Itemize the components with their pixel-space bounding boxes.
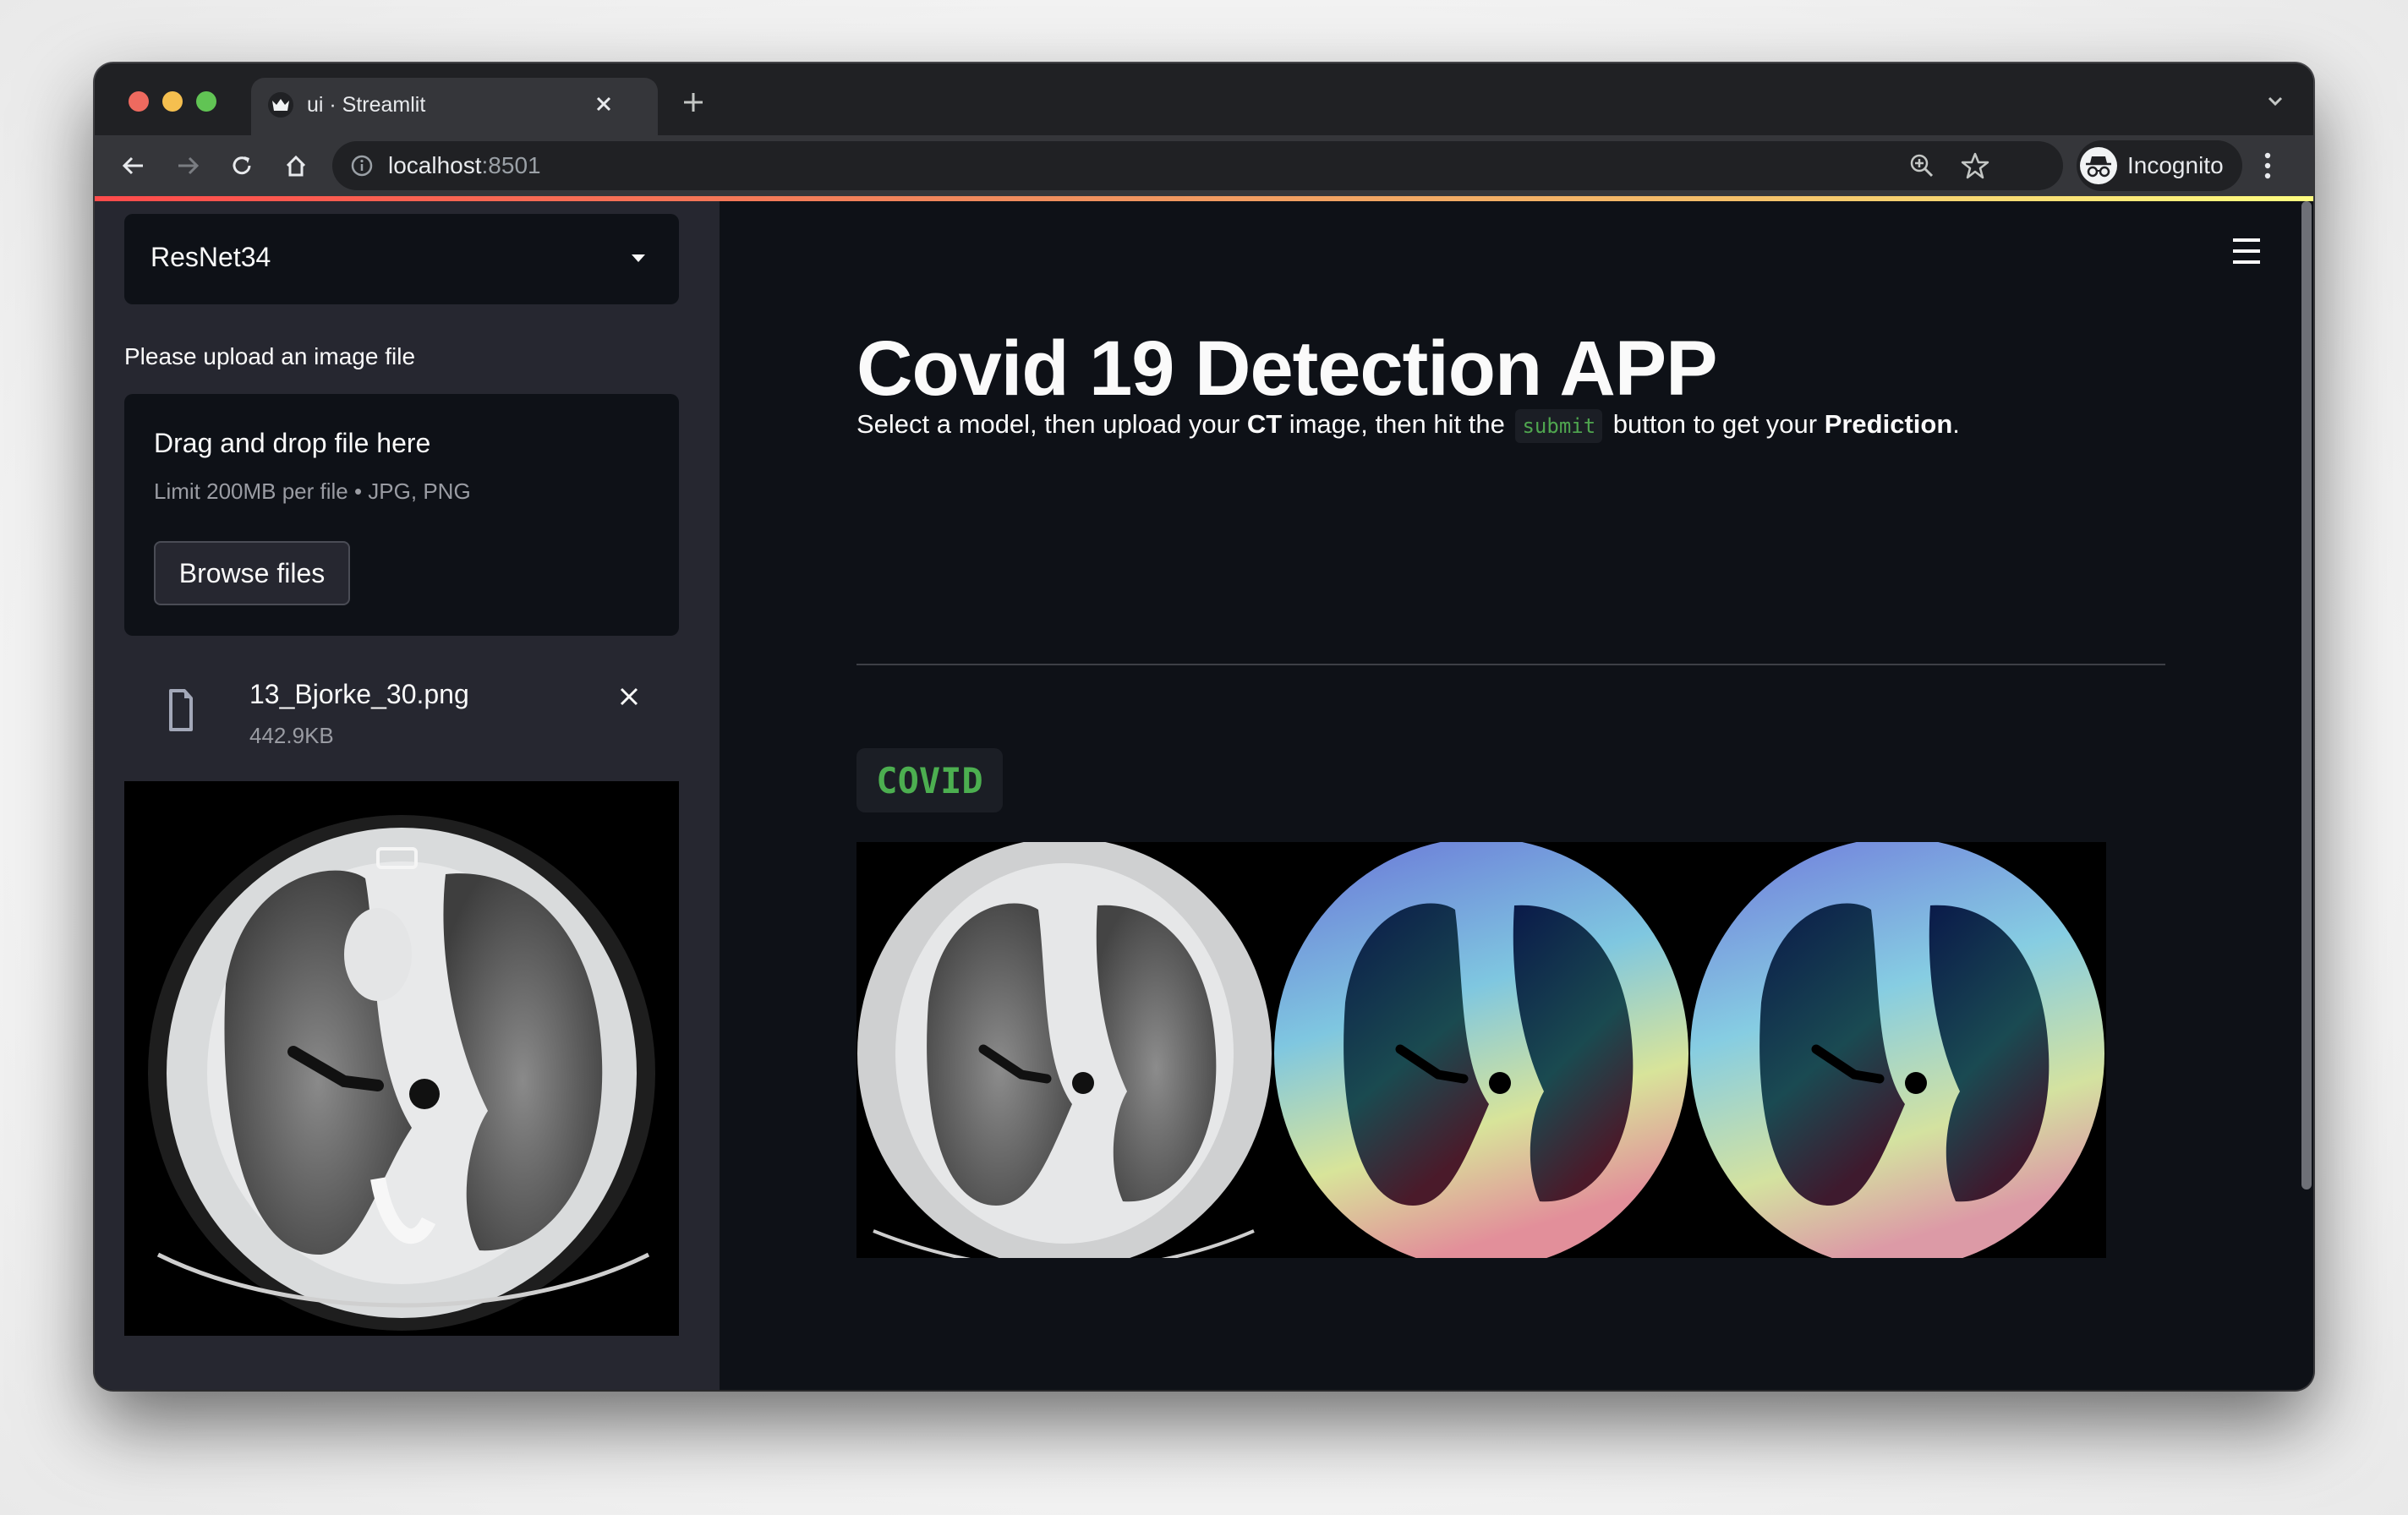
heatmap-overlay-image-1 bbox=[1272, 842, 1690, 1258]
instructions-part: button to get your bbox=[1606, 409, 1825, 440]
instructions-bold-ct: CT bbox=[1246, 409, 1283, 440]
streamlit-app: ResNet34 Please upload an image file Dra… bbox=[95, 201, 2313, 1390]
home-icon[interactable] bbox=[276, 145, 316, 186]
model-select-value: ResNet34 bbox=[150, 242, 271, 272]
dropzone-limits: Limit 200MB per file • JPG, PNG bbox=[154, 479, 471, 504]
bookmark-star-icon[interactable] bbox=[1960, 150, 1990, 181]
ct-scan-graphic bbox=[124, 781, 679, 1336]
heatmap-overlay-image-2 bbox=[1689, 842, 2107, 1258]
caret-down-icon bbox=[632, 254, 645, 262]
file-icon bbox=[168, 687, 194, 733]
browser-toolbar: localhost:8501 Incognito bbox=[95, 135, 2313, 196]
incognito-icon bbox=[2080, 147, 2117, 184]
original-ct-image bbox=[856, 842, 1273, 1258]
submit-code-inline: submit bbox=[1515, 409, 1603, 443]
instructions-bold-prediction: Prediction bbox=[1824, 409, 1953, 440]
tab-strip: ui · Streamlit bbox=[95, 63, 2313, 135]
incognito-profile-button[interactable]: Incognito bbox=[2077, 140, 2242, 191]
uploaded-ct-preview-image bbox=[124, 781, 679, 1336]
browser-window: ui · Streamlit localhost:8501 Incognito … bbox=[95, 63, 2313, 1390]
browse-files-button[interactable]: Browse files bbox=[154, 541, 350, 605]
sidebar: ResNet34 Please upload an image file Dra… bbox=[95, 201, 720, 1390]
horizontal-divider bbox=[856, 664, 2165, 665]
reload-icon[interactable] bbox=[222, 145, 262, 186]
back-arrow-icon[interactable] bbox=[113, 145, 154, 186]
streamlit-crown-icon bbox=[268, 92, 293, 118]
model-select[interactable]: ResNet34 bbox=[124, 214, 679, 304]
tab-title: ui · Streamlit bbox=[307, 93, 426, 117]
minimize-window-button[interactable] bbox=[162, 91, 183, 112]
prediction-badge: COVID bbox=[856, 748, 1003, 812]
page-title: Covid 19 Detection APP bbox=[856, 325, 1717, 412]
browser-menu-kebab-icon[interactable] bbox=[2259, 149, 2276, 183]
close-tab-icon[interactable] bbox=[591, 90, 616, 118]
file-dropzone[interactable]: Drag and drop file here Limit 200MB per … bbox=[124, 394, 679, 636]
upload-label: Please upload an image file bbox=[124, 343, 416, 369]
forward-arrow-icon[interactable] bbox=[167, 145, 208, 186]
result-images bbox=[856, 842, 2107, 1258]
maximize-window-button[interactable] bbox=[196, 91, 216, 112]
instructions-text: Select a model, then upload your CT imag… bbox=[856, 409, 1960, 443]
instructions-part: . bbox=[1952, 409, 1960, 440]
instructions-part: image, then hit the bbox=[1282, 409, 1513, 440]
instructions-part: Select a model, then upload your bbox=[856, 409, 1247, 440]
browser-tab-active[interactable]: ui · Streamlit bbox=[251, 78, 658, 135]
prediction-label: COVID bbox=[876, 759, 983, 801]
main-content: Covid 19 Detection APP Select a model, t… bbox=[720, 201, 2313, 1390]
incognito-label: Incognito bbox=[2127, 152, 2224, 178]
uploaded-file-size: 442.9KB bbox=[249, 723, 334, 748]
page-scrollbar[interactable] bbox=[2301, 201, 2312, 1190]
address-bar[interactable]: localhost:8501 bbox=[332, 141, 2063, 190]
new-tab-button[interactable] bbox=[676, 85, 710, 119]
site-info-icon[interactable] bbox=[349, 153, 375, 178]
uploaded-file-item: 13_Bjorke_30.png 442.9KB bbox=[124, 662, 679, 755]
dropzone-title: Drag and drop file here bbox=[154, 428, 431, 458]
close-window-button[interactable] bbox=[129, 91, 149, 112]
uploaded-file-name: 13_Bjorke_30.png bbox=[249, 679, 469, 709]
url-text: localhost:8501 bbox=[388, 152, 541, 178]
zoom-magnifier-icon[interactable] bbox=[1907, 151, 1936, 180]
tab-search-chevron-icon[interactable] bbox=[2263, 89, 2288, 114]
remove-file-close-icon[interactable] bbox=[615, 682, 643, 711]
app-menu-hamburger-icon[interactable] bbox=[2233, 238, 2260, 264]
